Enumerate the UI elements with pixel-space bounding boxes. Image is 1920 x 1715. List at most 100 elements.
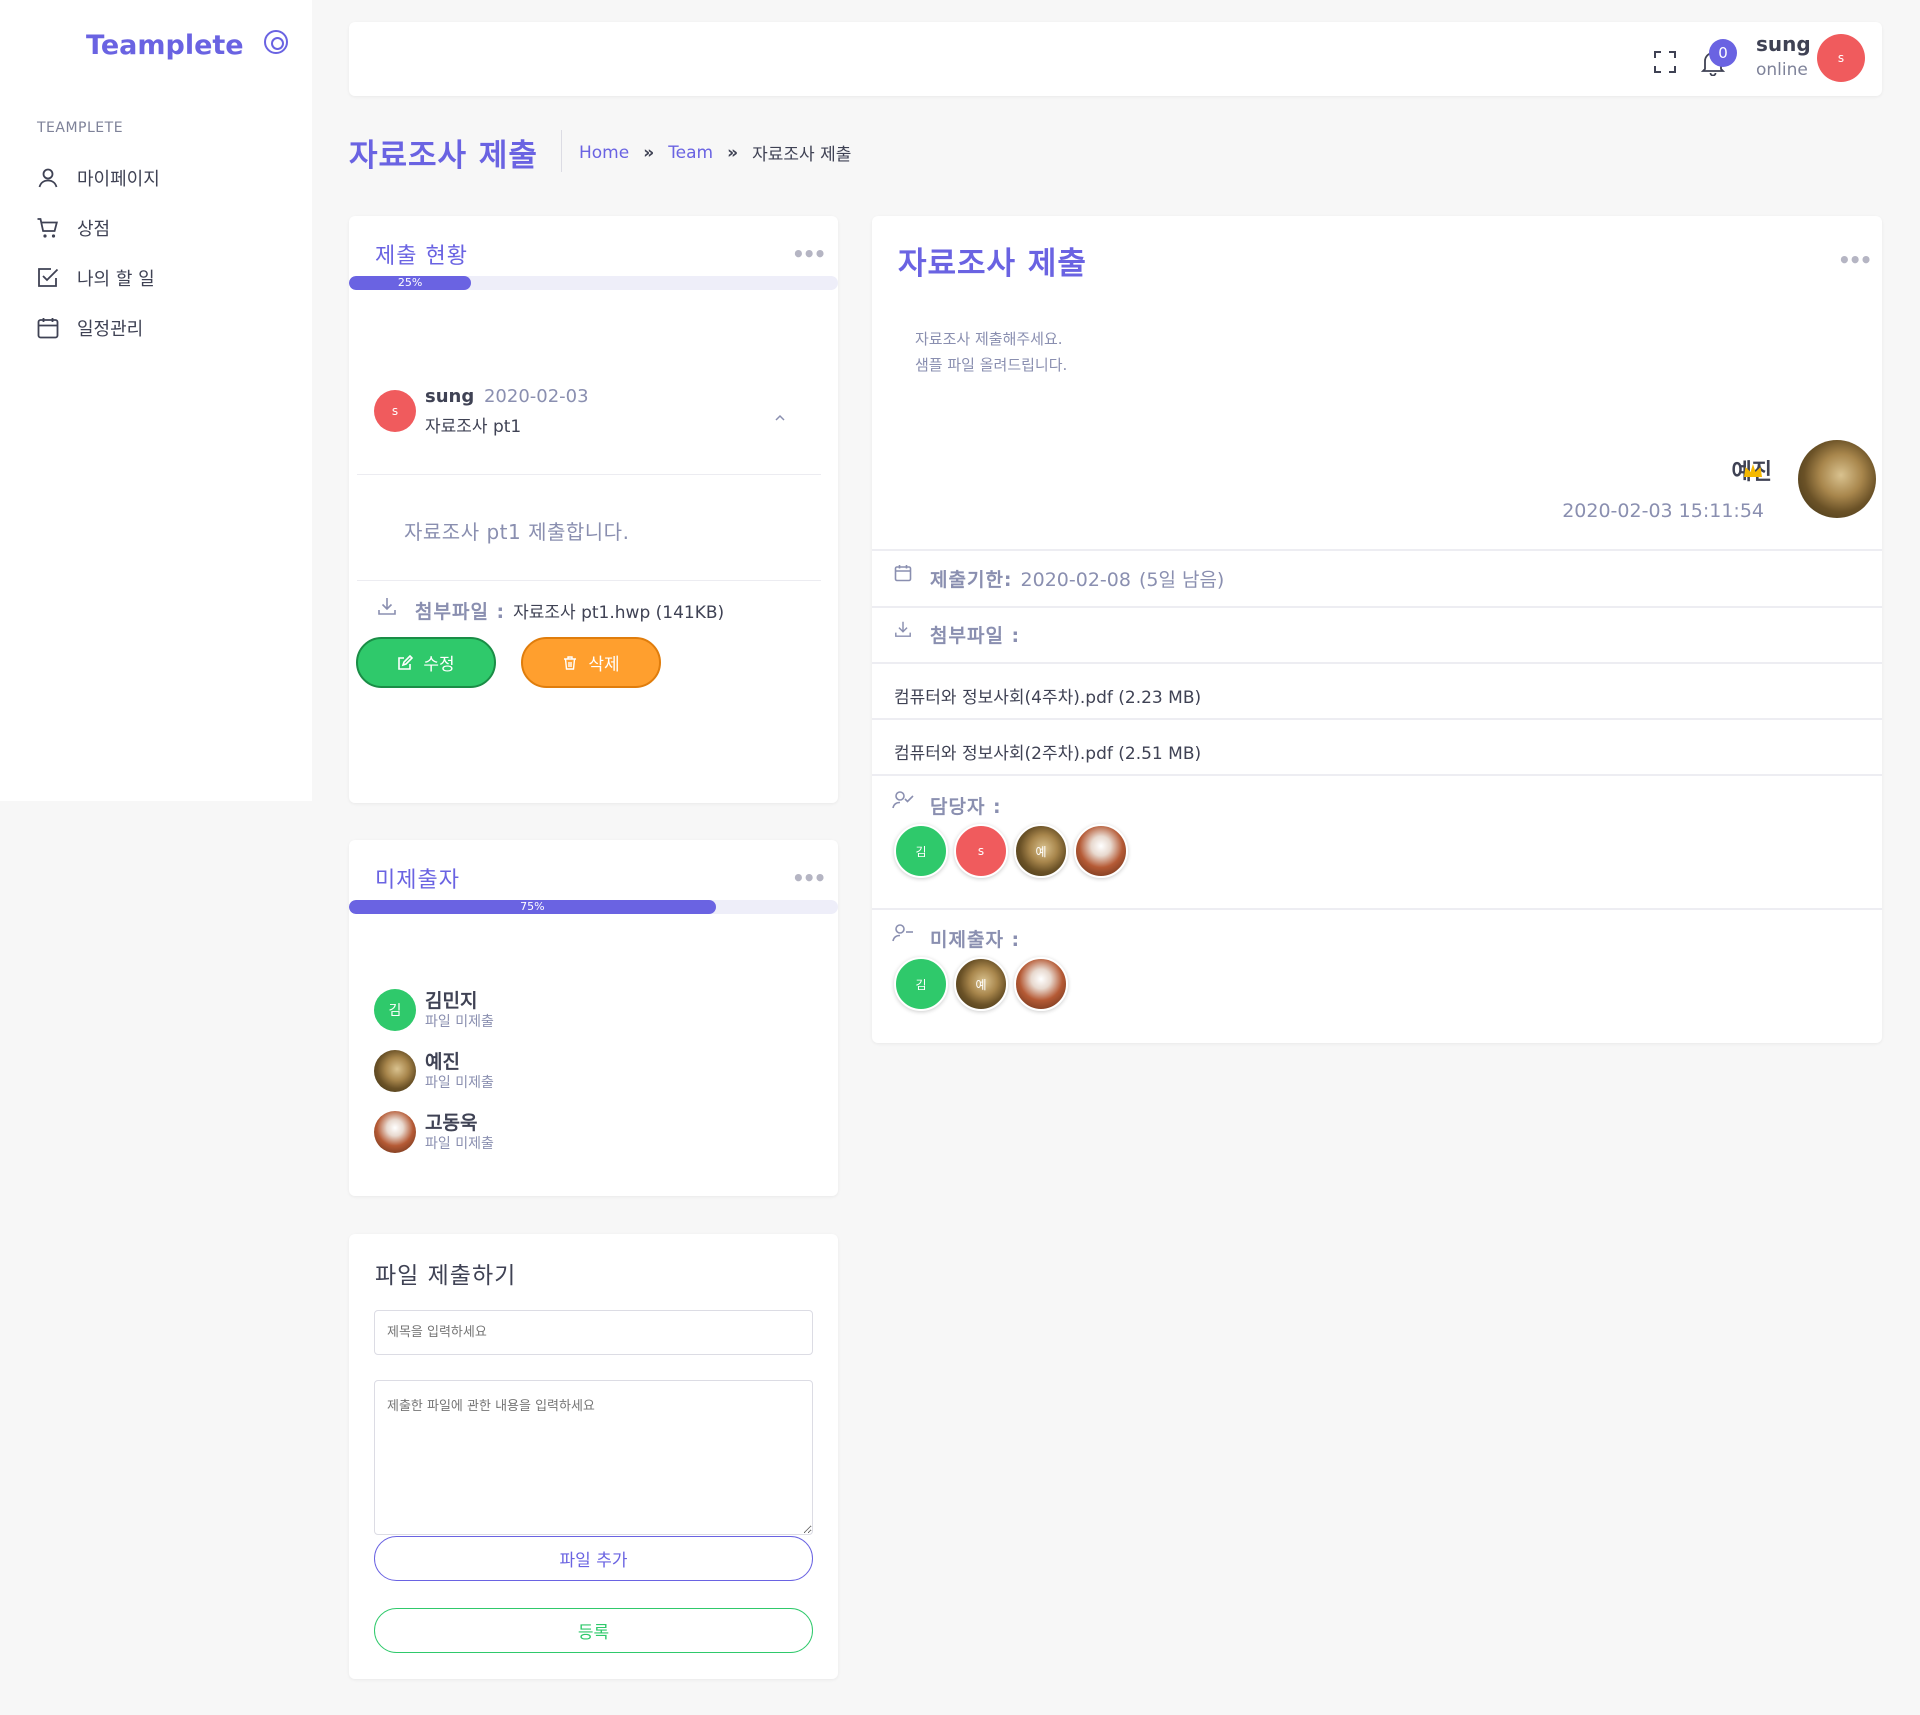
delete-button[interactable]: 삭제: [521, 637, 661, 688]
deadline-value: 2020-02-08: [1020, 569, 1131, 591]
entry-header: sung 2020-02-03: [425, 386, 589, 407]
sidebar-item-shop[interactable]: 상점: [36, 213, 110, 243]
attachment-file[interactable]: 컴퓨터와 정보사회(4주차).pdf (2.23 MB): [894, 683, 1201, 708]
divider: [872, 549, 1882, 551]
sidebar: Teamplete TEAMPLETE 마이페이지 상점 나의 할 일 일정관리: [0, 0, 312, 801]
more-options-icon[interactable]: •••: [792, 242, 826, 266]
non-submitter-avatar[interactable]: 김: [894, 957, 948, 1011]
sidebar-item-label: 상점: [77, 219, 111, 240]
sidebar-item-todo[interactable]: 나의 할 일: [36, 263, 155, 293]
more-options-icon[interactable]: •••: [792, 866, 826, 890]
progress-fill: 75%: [349, 900, 716, 914]
person-name: 김민지: [425, 990, 478, 1012]
divider: [357, 474, 821, 475]
attachment-label: 첨부파일 :: [930, 625, 1021, 647]
entry-subject: 자료조사 pt1: [425, 417, 522, 437]
upload-form-card: 파일 제출하기 파일 추가 등록: [349, 1234, 838, 1679]
non-submitter-avatar[interactable]: 예: [954, 957, 1008, 1011]
sidebar-item-label: 나의 할 일: [77, 269, 155, 290]
title-input[interactable]: [374, 1310, 813, 1355]
person-status: 파일 미제출: [425, 1075, 494, 1091]
user-avatar[interactable]: s: [1817, 34, 1865, 82]
card-title: 미제출자: [375, 868, 460, 893]
person-status: 파일 미제출: [425, 1136, 494, 1152]
cart-icon: [37, 218, 58, 238]
edit-button[interactable]: 수정: [356, 637, 496, 688]
assignees-label: 담당자 :: [930, 796, 1002, 818]
entry-body: 자료조사 pt1 제출합니다.: [404, 520, 630, 544]
calendar-icon: [894, 565, 912, 582]
assignment-description: 자료조사 제출해주세요. 샘플 파일 올려드립니다.: [915, 326, 1067, 378]
assignee-avatar[interactable]: 예: [1014, 824, 1068, 878]
sidebar-toggle-icon[interactable]: [264, 30, 288, 54]
avatar: [374, 1111, 416, 1153]
non-submitter-avatar[interactable]: [1014, 957, 1068, 1011]
sidebar-item-label: 마이페이지: [77, 169, 160, 190]
delete-button-label: 삭제: [588, 655, 620, 675]
card-title: 파일 제출하기: [375, 1263, 517, 1289]
divider: [357, 580, 821, 581]
author-avatar: [1798, 440, 1876, 518]
assignment-detail-card: 자료조사 제출 ••• 자료조사 제출해주세요. 샘플 파일 올려드립니다. 예…: [872, 216, 1882, 1043]
non-submitters-card: 미제출자 ••• 75% 김 김민지 파일 미제출 예진 파일 미제출 고동욱 …: [349, 840, 838, 1196]
assignee-avatar[interactable]: s: [954, 824, 1008, 878]
menu-section-title: TEAMPLETE: [37, 120, 124, 136]
page-title: 자료조사 제출: [349, 138, 538, 174]
user-icon: [38, 168, 58, 188]
brand-logo[interactable]: Teamplete: [86, 30, 244, 61]
user-check-icon: [892, 791, 914, 809]
progress-fill: 25%: [349, 276, 472, 290]
description-line: 자료조사 제출해주세요.: [915, 330, 1063, 348]
title-divider: [561, 130, 562, 172]
divider: [872, 774, 1882, 776]
assignee-avatar[interactable]: 김: [894, 824, 948, 878]
card-title: 제출 현황: [375, 244, 468, 269]
deadline-row: 제출기한: 2020-02-08 (5일 남음): [930, 565, 1224, 592]
attachment-file[interactable]: 자료조사 pt1.hwp (141KB): [513, 598, 724, 623]
sidebar-item-mypage[interactable]: 마이페이지: [36, 163, 160, 193]
calendar-icon: [37, 318, 59, 339]
chevron-up-icon[interactable]: [774, 414, 786, 422]
breadcrumb-separator: »: [643, 142, 655, 163]
crown-icon: [1744, 464, 1762, 477]
person-status: 파일 미제출: [425, 1014, 494, 1030]
avatar: [374, 1050, 416, 1092]
breadcrumb-current: 자료조사 제출: [752, 145, 852, 165]
entry-user: sung: [425, 386, 475, 407]
description-line: 샘플 파일 올려드립니다.: [915, 356, 1068, 374]
divider: [872, 662, 1882, 664]
register-button[interactable]: 등록: [374, 1608, 813, 1653]
add-file-button[interactable]: 파일 추가: [374, 1536, 813, 1581]
deadline-remaining: (5일 남음): [1138, 569, 1225, 591]
author-timestamp: 2020-02-03 15:11:54: [1562, 500, 1764, 522]
breadcrumb: Home » Team » 자료조사 제출: [579, 140, 852, 166]
trash-icon: [564, 655, 577, 670]
sidebar-item-label: 일정관리: [77, 319, 144, 340]
divider: [872, 606, 1882, 608]
user-status: online: [1756, 60, 1808, 80]
download-icon: [378, 598, 396, 615]
attachment-label: 첨부파일 :: [415, 601, 506, 623]
entry-date: 2020-02-03: [483, 386, 589, 407]
notification-badge: 0: [1709, 39, 1737, 67]
fullscreen-icon[interactable]: [1654, 51, 1676, 73]
breadcrumb-home[interactable]: Home: [579, 143, 629, 163]
divider: [872, 718, 1882, 720]
assignment-title: 자료조사 제출: [898, 246, 1087, 282]
divider: [872, 908, 1882, 910]
assignee-avatar[interactable]: [1074, 824, 1128, 878]
edit-button-label: 수정: [423, 655, 455, 675]
attachment-file[interactable]: 컴퓨터와 정보사회(2주차).pdf (2.51 MB): [894, 739, 1201, 764]
non-submitters-label: 미제출자 :: [930, 929, 1021, 951]
top-header: 0 sung online s: [349, 22, 1882, 96]
more-options-icon[interactable]: •••: [1838, 248, 1872, 272]
checkbox-icon: [38, 268, 59, 287]
content-textarea[interactable]: [374, 1380, 813, 1535]
breadcrumb-team[interactable]: Team: [668, 143, 713, 163]
download-icon: [895, 621, 911, 637]
submission-status-card: 제출 현황 ••• 25% s sung 2020-02-03 자료조사 pt1…: [349, 216, 838, 803]
user-name[interactable]: sung: [1756, 32, 1811, 56]
sidebar-item-schedule[interactable]: 일정관리: [36, 313, 143, 343]
edit-icon: [398, 654, 414, 670]
deadline-label: 제출기한:: [930, 569, 1013, 591]
